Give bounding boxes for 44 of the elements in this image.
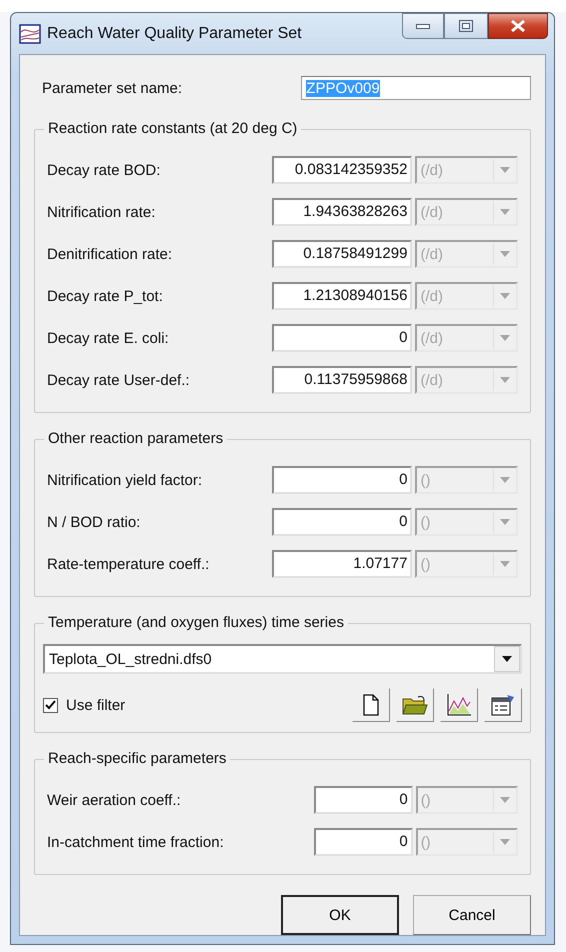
field-label: Decay rate E. coli: <box>47 330 170 346</box>
dialog-button[interactable]: Cancel <box>413 895 531 935</box>
maximize-icon <box>459 20 473 32</box>
field-label: Nitrification rate: <box>47 204 156 220</box>
field-label: Decay rate BOD: <box>47 162 162 178</box>
value-field[interactable]: 0 <box>314 786 413 814</box>
value-field[interactable]: 0.18758491299 <box>272 240 412 268</box>
field-label: Nitrification yield factor: <box>47 472 204 488</box>
minimize-icon <box>416 24 430 28</box>
chart-icon <box>446 693 472 717</box>
field-label: Denitrification rate: <box>47 246 174 262</box>
value-field[interactable]: 0.11375959868 <box>272 366 412 394</box>
value-field[interactable]: 0 <box>314 828 413 856</box>
close-icon <box>510 19 526 33</box>
properties-icon <box>490 693 516 717</box>
use-filter-checkbox[interactable]: Use filter <box>43 696 126 714</box>
minimize-button[interactable] <box>402 13 444 39</box>
group-title: Reach-specific parameters <box>44 750 230 767</box>
maximize-button[interactable] <box>444 13 488 39</box>
field-label: Weir aeration coeff.: <box>47 792 182 808</box>
file-dropdown[interactable]: Teplota_OL_stredni.dfs0 <box>43 644 522 674</box>
dialog-button[interactable]: OK <box>281 895 399 935</box>
field-label: Parameter set name: <box>41 80 184 96</box>
window-title: Reach Water Quality Parameter Set <box>47 24 302 42</box>
value-field[interactable]: 1.94363828263 <box>272 198 412 226</box>
value-field[interactable]: 1.21308940156 <box>272 282 412 310</box>
value-field[interactable]: 1.07177 <box>272 550 412 578</box>
field-label: Decay rate User-def.: <box>47 372 191 388</box>
field-label: Decay rate P_tot: <box>47 288 164 304</box>
field-label: N / BOD ratio: <box>47 514 142 530</box>
value-field[interactable]: 0 <box>272 508 412 536</box>
field-label: Rate-temperature coeff.: <box>47 556 210 572</box>
value-field[interactable]: 0 <box>272 324 412 352</box>
app-icon <box>19 24 41 44</box>
group-title: Reaction rate constants (at 20 deg C) <box>44 120 302 137</box>
close-button[interactable] <box>488 13 548 39</box>
group-title: Other reaction parameters <box>44 430 228 447</box>
checkmark-icon <box>45 700 56 710</box>
folder-icon <box>402 694 428 716</box>
document-icon <box>362 694 380 716</box>
value-field[interactable]: 0.083142359352 <box>272 156 412 184</box>
value-field[interactable]: 0 <box>272 466 412 494</box>
field-label: In-catchment time fraction: <box>47 834 225 850</box>
group-title: Temperature (and oxygen fluxes) time series <box>44 614 348 631</box>
